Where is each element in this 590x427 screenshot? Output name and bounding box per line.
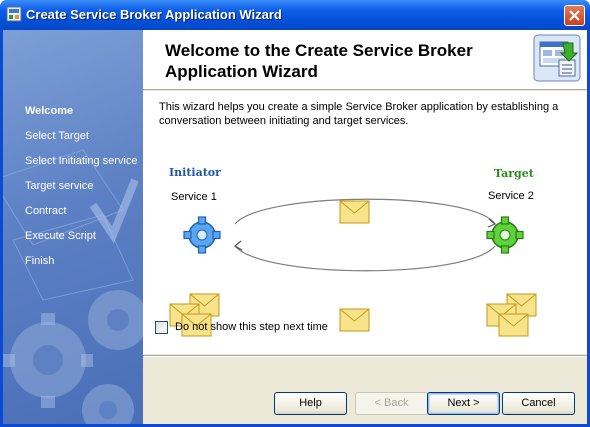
back-button[interactable]: < Back: [355, 392, 428, 415]
title-bar[interactable]: Create Service Broker Application Wizard: [0, 0, 590, 30]
wizard-content: Welcome to the Create Service Broker App…: [143, 30, 587, 424]
close-button[interactable]: [564, 5, 585, 26]
wizard-steps-list: Welcome Select Target Select Initiating …: [25, 105, 138, 280]
window-title: Create Service Broker Application Wizard: [26, 7, 282, 22]
wizard-app-icon: [533, 34, 581, 82]
cancel-button[interactable]: Cancel: [502, 392, 575, 415]
target-service-name: Service 2: [488, 190, 534, 202]
target-label: Target: [494, 167, 534, 180]
page-title: Welcome to the Create Service Broker App…: [165, 41, 473, 81]
step-finish[interactable]: Finish: [25, 255, 138, 280]
wizard-header: Welcome to the Create Service Broker App…: [143, 30, 587, 90]
step-select-initiating-service[interactable]: Select Initiating service: [25, 155, 138, 180]
step-welcome[interactable]: Welcome: [25, 105, 138, 130]
message-envelope-bottom-icon: [339, 308, 370, 332]
step-contract[interactable]: Contract: [25, 205, 138, 230]
conversation-diagram: [169, 198, 537, 337]
next-button[interactable]: Next >: [427, 392, 500, 415]
message-envelope-top-icon: [339, 200, 370, 224]
step-select-target[interactable]: Select Target: [25, 130, 138, 155]
initiator-label: Initiator: [169, 166, 221, 179]
footer-divider: [143, 355, 587, 357]
wizard-sidebar: Welcome Select Target Select Initiating …: [3, 30, 143, 424]
wizard-client-area: Welcome Select Target Select Initiating …: [3, 30, 587, 424]
close-icon: [569, 10, 580, 21]
skip-step-checkbox[interactable]: [155, 321, 168, 334]
initiator-service-icon: [183, 216, 221, 254]
wizard-app-icon: [6, 6, 22, 22]
wizard-window: Create Service Broker Application Wizard: [0, 0, 590, 427]
step-execute-script[interactable]: Execute Script: [25, 230, 138, 255]
wizard-body: This wizard helps you create a simple Se…: [143, 91, 587, 354]
help-button[interactable]: Help: [274, 392, 347, 415]
initiator-service-name: Service 1: [171, 191, 217, 203]
step-target-service[interactable]: Target service: [25, 180, 138, 205]
skip-step-label[interactable]: Do not show this step next time: [175, 321, 328, 333]
target-queue-envelopes-icon: [486, 293, 537, 337]
